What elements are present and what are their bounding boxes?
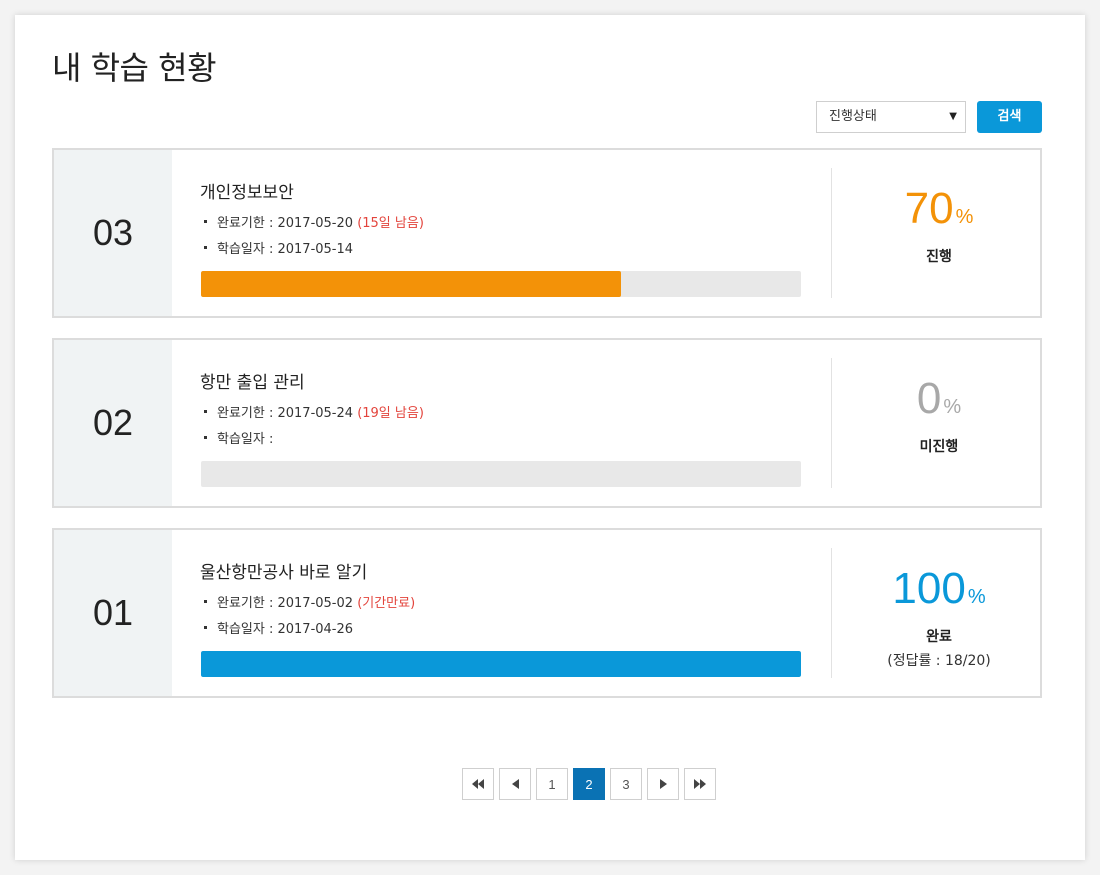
course-number: 02	[54, 340, 172, 506]
course-title[interactable]: 개인정보보안	[200, 178, 294, 203]
deadline-note: (기간만료)	[357, 596, 416, 611]
bullet-icon	[204, 246, 207, 249]
progress-bar	[201, 461, 801, 487]
divider	[831, 168, 832, 298]
percent-sign: %	[955, 206, 974, 228]
last-page-button[interactable]	[684, 768, 716, 800]
study-date-label: 학습일자 :	[217, 432, 274, 447]
study-date-label: 학습일자 : 2017-05-14	[217, 242, 354, 257]
percent-display: 0%	[834, 374, 1044, 424]
deadline-label: 완료기한 : 2017-05-20	[217, 216, 354, 231]
status-filter-value: 진행상태	[829, 109, 877, 124]
triangle-left-icon	[511, 779, 519, 789]
bullet-icon	[204, 410, 207, 413]
deadline-label: 완료기한 : 2017-05-02	[217, 596, 354, 611]
page-title: 내 학습 현황	[52, 49, 217, 87]
percent-display: 100%	[834, 564, 1044, 614]
course-title[interactable]: 항만 출입 관리	[200, 368, 305, 393]
percent-value: 0	[916, 374, 942, 423]
chevron-down-icon: ▼	[949, 111, 957, 122]
course-card[interactable]: 03 개인정보보안 완료기한 : 2017-05-20 (15일 남음) 학습일…	[52, 148, 1042, 318]
deadline-note: (19일 남음)	[357, 406, 424, 421]
status-label: 진행	[926, 249, 952, 265]
status-label: 완료	[926, 629, 952, 645]
score-label: (정답률 : 18/20)	[887, 653, 991, 669]
percent-value: 100	[892, 564, 966, 613]
prev-page-button[interactable]	[499, 768, 531, 800]
double-chevron-left-icon	[472, 779, 484, 789]
triangle-right-icon	[659, 779, 667, 789]
page-1-button[interactable]: 1	[536, 768, 568, 800]
study-date-line: 학습일자 : 2017-04-26	[204, 618, 353, 637]
study-date-line: 학습일자 :	[204, 428, 273, 447]
page-3-button[interactable]: 3	[610, 768, 642, 800]
bullet-icon	[204, 600, 207, 603]
bullet-icon	[204, 436, 207, 439]
deadline-note: (15일 남음)	[357, 216, 424, 231]
percent-value: 70	[904, 184, 954, 233]
progress-fill	[201, 651, 801, 677]
percent-sign: %	[967, 586, 986, 608]
deadline-line: 완료기한 : 2017-05-24 (19일 남음)	[204, 402, 424, 421]
bullet-icon	[204, 220, 207, 223]
progress-bar	[201, 651, 801, 677]
deadline-line: 완료기한 : 2017-05-02 (기간만료)	[204, 592, 415, 611]
search-button[interactable]: 검색	[977, 101, 1042, 133]
page-2-button[interactable]: 2	[573, 768, 605, 800]
deadline-line: 완료기한 : 2017-05-20 (15일 남음)	[204, 212, 424, 231]
study-date-label: 학습일자 : 2017-04-26	[217, 622, 354, 637]
progress-fill	[201, 271, 621, 297]
double-chevron-right-icon	[694, 779, 706, 789]
course-number: 03	[54, 150, 172, 316]
divider	[831, 548, 832, 678]
status-filter-select[interactable]: 진행상태 ▼	[816, 101, 966, 133]
course-card[interactable]: 01 울산항만공사 바로 알기 완료기한 : 2017-05-02 (기간만료)…	[52, 528, 1042, 698]
first-page-button[interactable]	[462, 768, 494, 800]
bullet-icon	[204, 626, 207, 629]
study-date-line: 학습일자 : 2017-05-14	[204, 238, 353, 257]
next-page-button[interactable]	[647, 768, 679, 800]
percent-sign: %	[943, 396, 962, 418]
deadline-label: 완료기한 : 2017-05-24	[217, 406, 354, 421]
course-card[interactable]: 02 항만 출입 관리 완료기한 : 2017-05-24 (19일 남음) 학…	[52, 338, 1042, 508]
status-label: 미진행	[919, 439, 959, 455]
learning-status-panel: 내 학습 현황 진행상태 ▼ 검색 03 개인정보보안 완료기한 : 2017-…	[15, 15, 1085, 860]
course-title[interactable]: 울산항만공사 바로 알기	[200, 558, 367, 583]
percent-display: 70%	[834, 184, 1044, 234]
progress-bar	[201, 271, 801, 297]
course-number: 01	[54, 530, 172, 696]
pagination: 1 2 3	[462, 768, 716, 800]
divider	[831, 358, 832, 488]
